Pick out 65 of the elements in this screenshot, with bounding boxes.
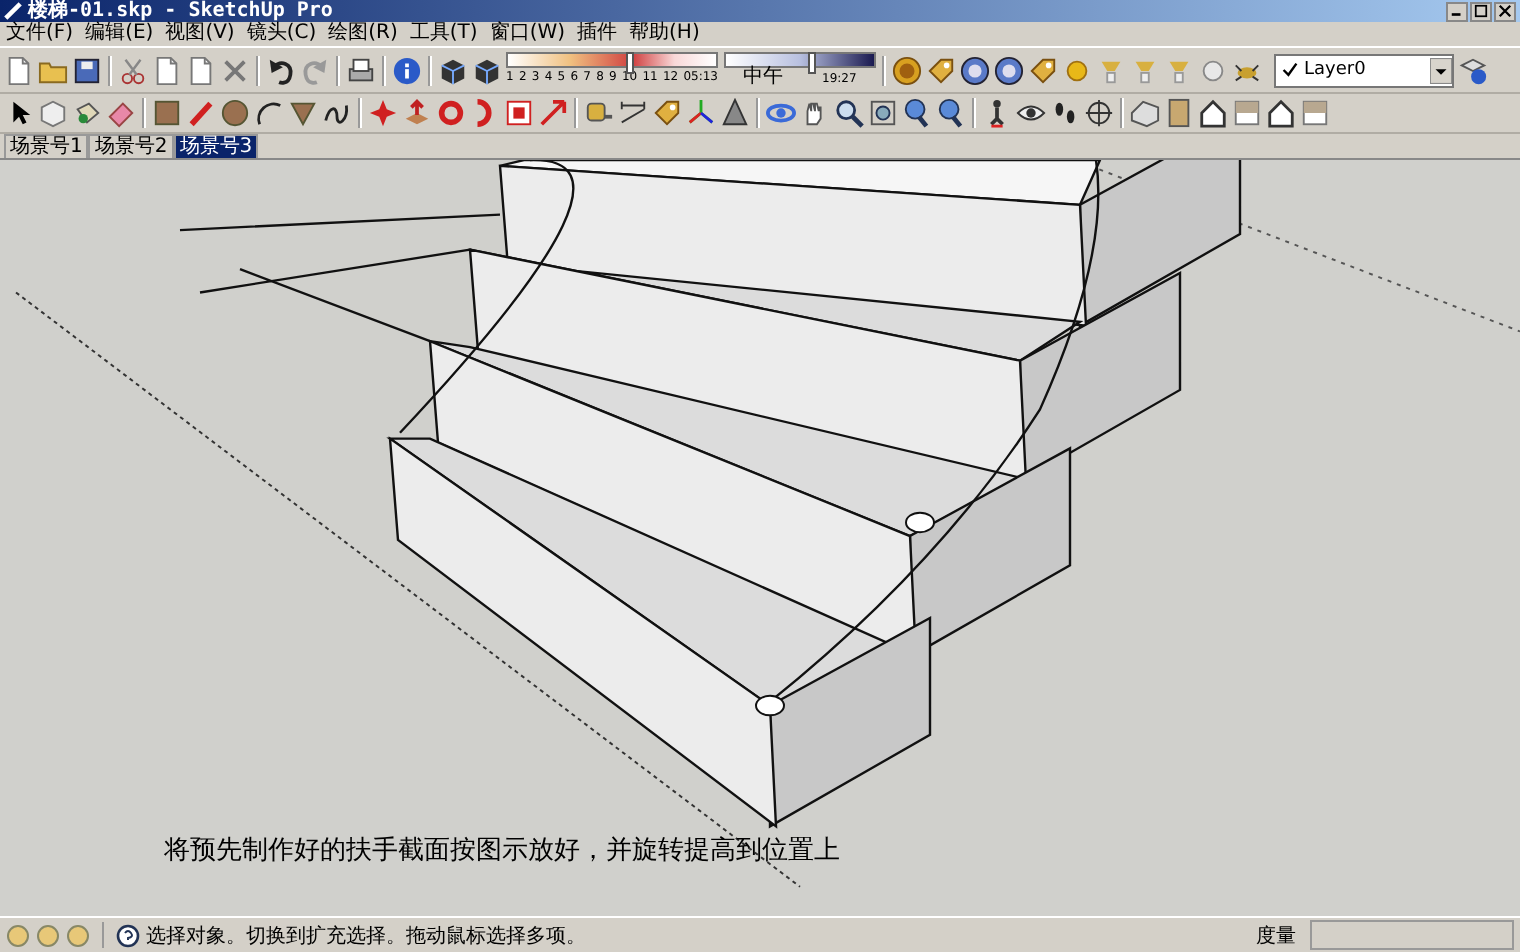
pyramid-icon[interactable] xyxy=(720,98,750,128)
menu-item[interactable]: 镜头(C) xyxy=(246,22,317,46)
document-icon[interactable] xyxy=(152,55,182,85)
maximize-icon xyxy=(1474,4,1488,18)
scene-tab[interactable]: 场景号3 xyxy=(173,134,259,158)
undo-icon[interactable] xyxy=(266,55,296,85)
coin-icon[interactable] xyxy=(994,55,1024,85)
square-icon[interactable] xyxy=(1300,98,1330,128)
pencil-icon[interactable] xyxy=(186,98,216,128)
square-icon[interactable] xyxy=(1232,98,1262,128)
caption-text: 将预先制作好的扶手截面按图示放好，并旋转提高到位置上 xyxy=(164,836,840,866)
pencil-icon xyxy=(4,2,22,20)
scene-tab[interactable]: 场景号2 xyxy=(88,134,174,158)
help-icon[interactable] xyxy=(116,923,140,947)
menu-item[interactable]: 窗口(W) xyxy=(489,22,566,46)
door-icon[interactable] xyxy=(1164,98,1194,128)
zoom-window-icon[interactable] xyxy=(868,98,898,128)
document-icon[interactable] xyxy=(4,55,34,85)
rotate-icon[interactable] xyxy=(436,98,466,128)
minimize-button[interactable] xyxy=(1446,1,1468,21)
paint-bucket-icon[interactable] xyxy=(72,98,102,128)
layers-icon[interactable] xyxy=(1458,55,1488,85)
tag-icon[interactable] xyxy=(1028,55,1058,85)
measurements-label: 度量 xyxy=(1256,923,1298,949)
menu-item[interactable]: 文件(F) xyxy=(6,22,74,46)
arc-icon[interactable] xyxy=(254,98,284,128)
footprints-icon[interactable] xyxy=(1050,98,1080,128)
close-icon xyxy=(1498,4,1512,18)
scene-tab[interactable]: 场景号1 xyxy=(4,134,89,158)
circle-icon[interactable] xyxy=(220,98,250,128)
status-text: 选择对象。切换到扩充选择。拖动鼠标选择多项。 xyxy=(146,923,588,949)
menu-item[interactable]: 绘图(R) xyxy=(328,22,398,46)
noon-label: 中午 xyxy=(743,67,784,87)
scissors-icon[interactable] xyxy=(118,55,148,85)
push-pull-icon[interactable] xyxy=(402,98,432,128)
coin-icon[interactable] xyxy=(960,55,990,85)
printer-icon[interactable] xyxy=(346,55,376,85)
orbit-icon[interactable] xyxy=(766,98,796,128)
eraser-icon[interactable] xyxy=(106,98,136,128)
rectangle-icon[interactable] xyxy=(152,98,182,128)
caret-icon xyxy=(1430,57,1452,83)
zoom-next-icon[interactable] xyxy=(936,98,966,128)
menu-item[interactable]: 插件 xyxy=(577,22,618,46)
checkmark-icon xyxy=(1282,62,1298,78)
move-icon[interactable] xyxy=(368,98,398,128)
crosshair-icon[interactable] xyxy=(1084,98,1114,128)
menu-item[interactable]: 工具(T) xyxy=(409,22,478,46)
menu-item[interactable]: 帮助(H) xyxy=(629,22,700,46)
search-icon[interactable] xyxy=(834,98,864,128)
close-button[interactable] xyxy=(1494,1,1516,21)
zoom-previous-icon[interactable] xyxy=(902,98,932,128)
scale-icon[interactable] xyxy=(538,98,568,128)
measurements-field[interactable] xyxy=(1310,920,1514,950)
maximize-button[interactable] xyxy=(1470,1,1492,21)
offset-icon[interactable] xyxy=(504,98,534,128)
delete-icon[interactable] xyxy=(220,55,250,85)
triangle-icon[interactable] xyxy=(288,98,318,128)
menu-item[interactable]: 编辑(E) xyxy=(85,22,154,46)
axes-icon[interactable] xyxy=(686,98,716,128)
layer-dropdown[interactable]: Layer0 xyxy=(1274,53,1454,87)
dimension-icon[interactable] xyxy=(618,98,648,128)
info-icon[interactable] xyxy=(392,55,422,85)
tag-icon[interactable] xyxy=(926,55,956,85)
document-icon[interactable] xyxy=(186,55,216,85)
menu-item[interactable]: 视图(V) xyxy=(165,22,235,46)
